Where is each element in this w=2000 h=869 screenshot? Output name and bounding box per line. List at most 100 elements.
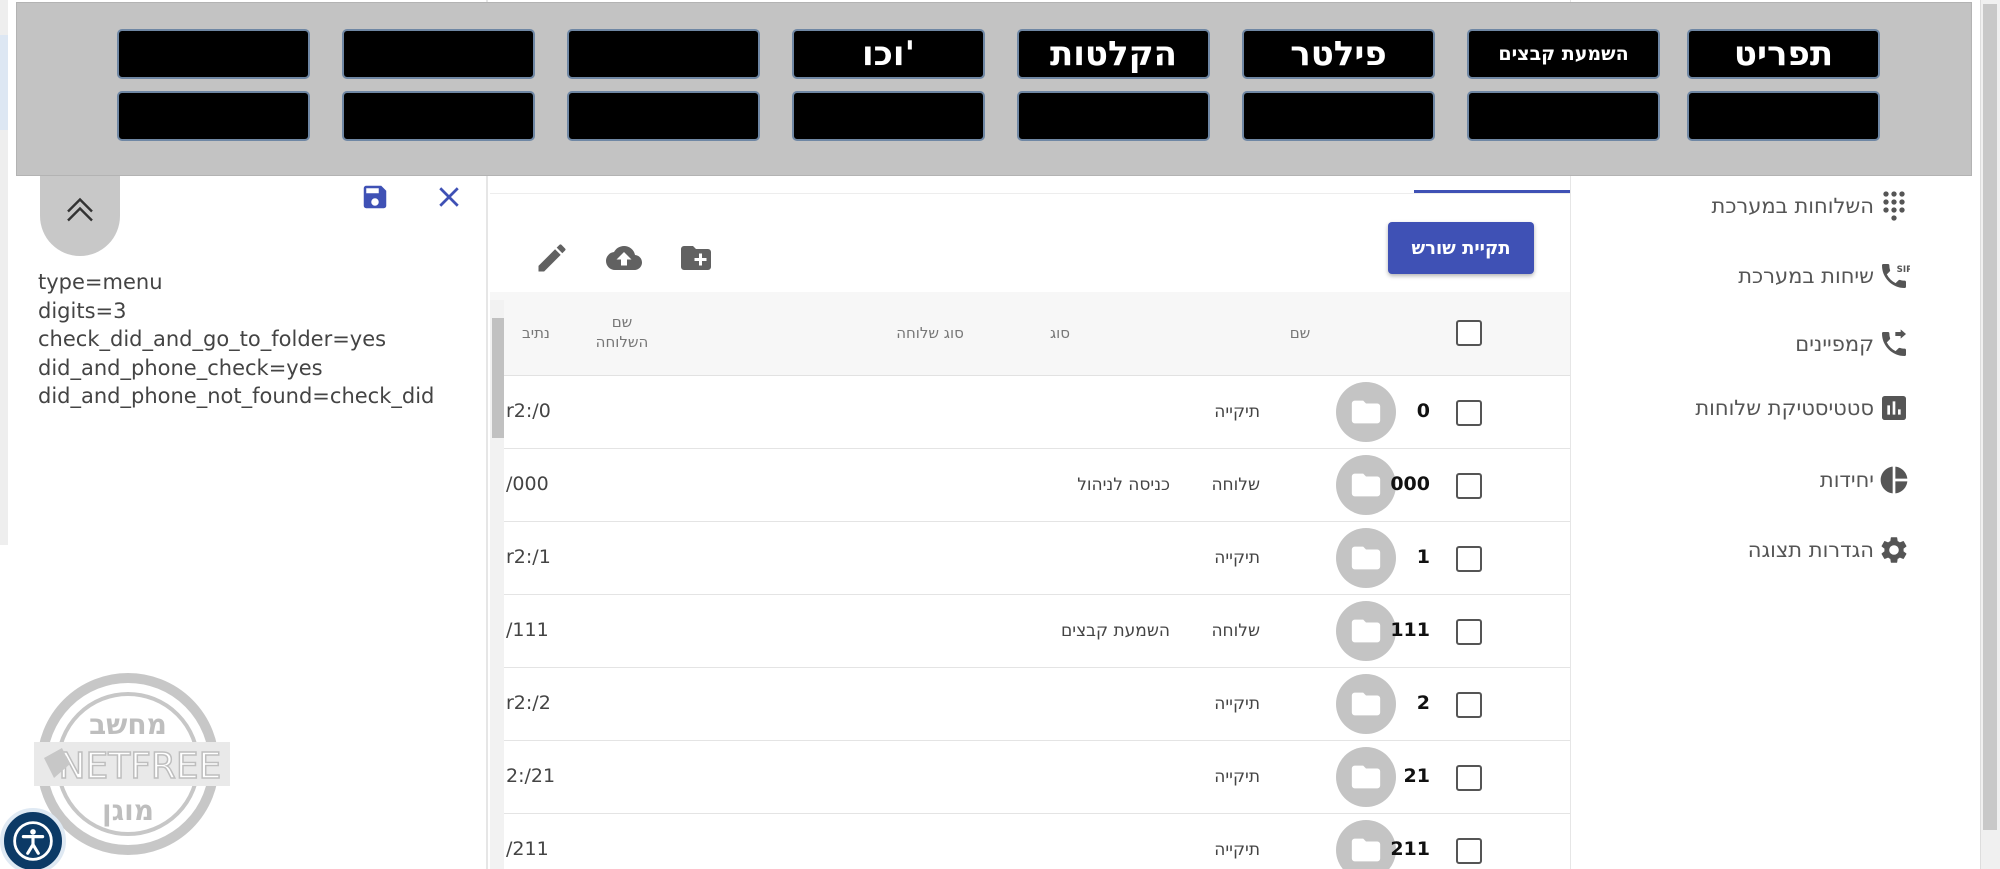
accessibility-button[interactable]: [0, 808, 66, 869]
overlay-button-empty[interactable]: [1017, 91, 1210, 141]
overlay-button-play-files[interactable]: השמעת קבצים: [1467, 29, 1660, 79]
folder-icon: [1351, 546, 1381, 570]
table-row[interactable]: 111 שלוחה השמעת קבצים /111: [490, 595, 1570, 668]
row-checkbox[interactable]: [1456, 619, 1482, 645]
row-extension-type: כניסה לניהול: [1077, 475, 1170, 495]
overlay-button-empty[interactable]: [567, 29, 760, 79]
row-path: /211: [506, 838, 549, 860]
close-icon[interactable]: [434, 182, 464, 212]
row-type: שלוחה: [1211, 621, 1260, 641]
row-checkbox[interactable]: [1456, 838, 1482, 864]
row-path: r2:/1: [506, 546, 551, 568]
folder-icon: [1351, 838, 1381, 862]
page-scrollbar-thumb[interactable]: [1983, 4, 1997, 830]
row-name: 211: [1390, 838, 1430, 860]
folder-avatar: [1336, 747, 1396, 807]
row-path: 2:/21: [506, 765, 556, 787]
edit-pencil-icon[interactable]: [534, 240, 570, 276]
overlay-button-recordings[interactable]: הקלטות: [1017, 29, 1210, 79]
sidebar-item-campaigns[interactable]: קמפיינים: [1795, 324, 1910, 364]
row-type: תיקייה: [1214, 402, 1260, 422]
code-line: type=menu: [38, 270, 163, 294]
folder-icon: [1351, 619, 1381, 643]
row-path: /111: [506, 619, 549, 641]
row-type: תיקייה: [1214, 840, 1260, 860]
row-name: 0: [1416, 400, 1430, 422]
row-type: תיקייה: [1214, 548, 1260, 568]
extensions-table: שם סוג סוג שלוחה שם השלוחה נתיב 0 תיקייה…: [490, 292, 1570, 869]
select-all-checkbox[interactable]: [1456, 320, 1482, 346]
table-row[interactable]: 21 תיקייה 2:/21: [490, 741, 1570, 814]
folder-avatar: [1336, 528, 1396, 588]
overlay-button-empty[interactable]: [792, 91, 985, 141]
folder-avatar: [1336, 674, 1396, 734]
pie-chart-icon: [1880, 466, 1908, 494]
overlay-button-menu[interactable]: תפריט: [1687, 29, 1880, 79]
folder-avatar: [1336, 455, 1396, 515]
row-path: /000: [506, 473, 549, 495]
sidebar-item-units[interactable]: יחידות: [1820, 460, 1910, 500]
overlay-button-filter[interactable]: פילטר: [1242, 29, 1435, 79]
row-type: שלוחה: [1211, 475, 1260, 495]
gear-icon: [1881, 537, 1907, 563]
column-header-extension-type[interactable]: סוג שלוחה: [870, 324, 990, 342]
row-name: 111: [1390, 619, 1430, 641]
folder-avatar: [1336, 601, 1396, 661]
create-folder-icon[interactable]: [678, 240, 714, 276]
svg-text:SIP: SIP: [1897, 265, 1910, 275]
phone-forward-icon: [1882, 329, 1906, 356]
save-icon[interactable]: [360, 182, 390, 212]
code-line: did_and_phone_check=yes: [38, 355, 323, 380]
folder-avatar: [1336, 820, 1396, 869]
column-header-extension-name[interactable]: שם השלוחה: [590, 312, 654, 352]
dialpad-icon: [1883, 191, 1905, 221]
table-scrollbar-thumb[interactable]: [492, 318, 504, 438]
column-header-name[interactable]: שם: [1270, 324, 1330, 342]
watermark-bottom-text: מוגן: [102, 794, 154, 827]
row-name: 2: [1416, 692, 1430, 714]
table-row[interactable]: 0 תיקייה r2:/0: [490, 376, 1570, 449]
overlay-button-empty[interactable]: [342, 91, 535, 141]
table-row[interactable]: 211 תיקייה /211: [490, 814, 1570, 869]
overlay-button-empty[interactable]: [1687, 91, 1880, 141]
folder-icon: [1351, 765, 1381, 789]
overlay-button-empty[interactable]: [117, 91, 310, 141]
code-line: did_and_phone_not_found=check_did: [38, 384, 435, 409]
row-checkbox[interactable]: [1456, 546, 1482, 572]
watermark-top-text: מחשב: [89, 708, 167, 741]
tab-divider: [490, 193, 1570, 194]
row-checkbox[interactable]: [1456, 473, 1482, 499]
sidebar-item-display-settings[interactable]: הגדרות תצוגה: [1748, 530, 1910, 570]
folder-icon: [1351, 692, 1381, 716]
overlay-button-empty[interactable]: [1242, 91, 1435, 141]
overlay-button-empty[interactable]: [1467, 91, 1660, 141]
folder-icon: [1351, 400, 1381, 424]
row-name: 000: [1390, 473, 1430, 495]
sidebar-item-extensions[interactable]: השלוחות במערכת: [1712, 186, 1910, 226]
column-header-type[interactable]: סוג: [1030, 324, 1090, 342]
sidebar-item-label: סטטיסטיקת שלוחות: [1695, 396, 1874, 420]
row-checkbox[interactable]: [1456, 400, 1482, 426]
sidebar-item-calls[interactable]: SIP שיחות במערכת: [1738, 256, 1910, 296]
table-row[interactable]: 1 תיקייה r2:/1: [490, 522, 1570, 595]
code-text[interactable]: type=menu digits=3 check_did_and_go_to_f…: [38, 268, 478, 411]
root-folder-button[interactable]: תקיית שורש: [1388, 222, 1534, 274]
overlay-button-empty[interactable]: [342, 29, 535, 79]
row-extension-type: השמעת קבצים: [1061, 621, 1170, 641]
cloud-upload-icon[interactable]: [606, 240, 642, 276]
row-name: 21: [1403, 765, 1430, 787]
bar-chart-icon: [1882, 396, 1906, 420]
code-line: check_did_and_go_to_folder=yes: [38, 327, 387, 352]
quick-actions-overlay: תפריט השמעת קבצים פילטר הקלטות וכו': [16, 2, 1972, 176]
row-path: r2:/2: [506, 692, 551, 714]
overlay-button-etc[interactable]: וכו': [792, 29, 985, 79]
table-row[interactable]: 2 תיקייה r2:/2: [490, 668, 1570, 741]
column-header-path[interactable]: נתיב: [516, 324, 556, 342]
sidebar-item-statistics[interactable]: סטטיסטיקת שלוחות: [1695, 388, 1910, 428]
code-line: digits=3: [38, 298, 127, 323]
row-checkbox[interactable]: [1456, 765, 1482, 791]
table-row[interactable]: 000 שלוחה כניסה לניהול /000: [490, 449, 1570, 522]
overlay-button-empty[interactable]: [567, 91, 760, 141]
overlay-button-empty[interactable]: [117, 29, 310, 79]
row-checkbox[interactable]: [1456, 692, 1482, 718]
